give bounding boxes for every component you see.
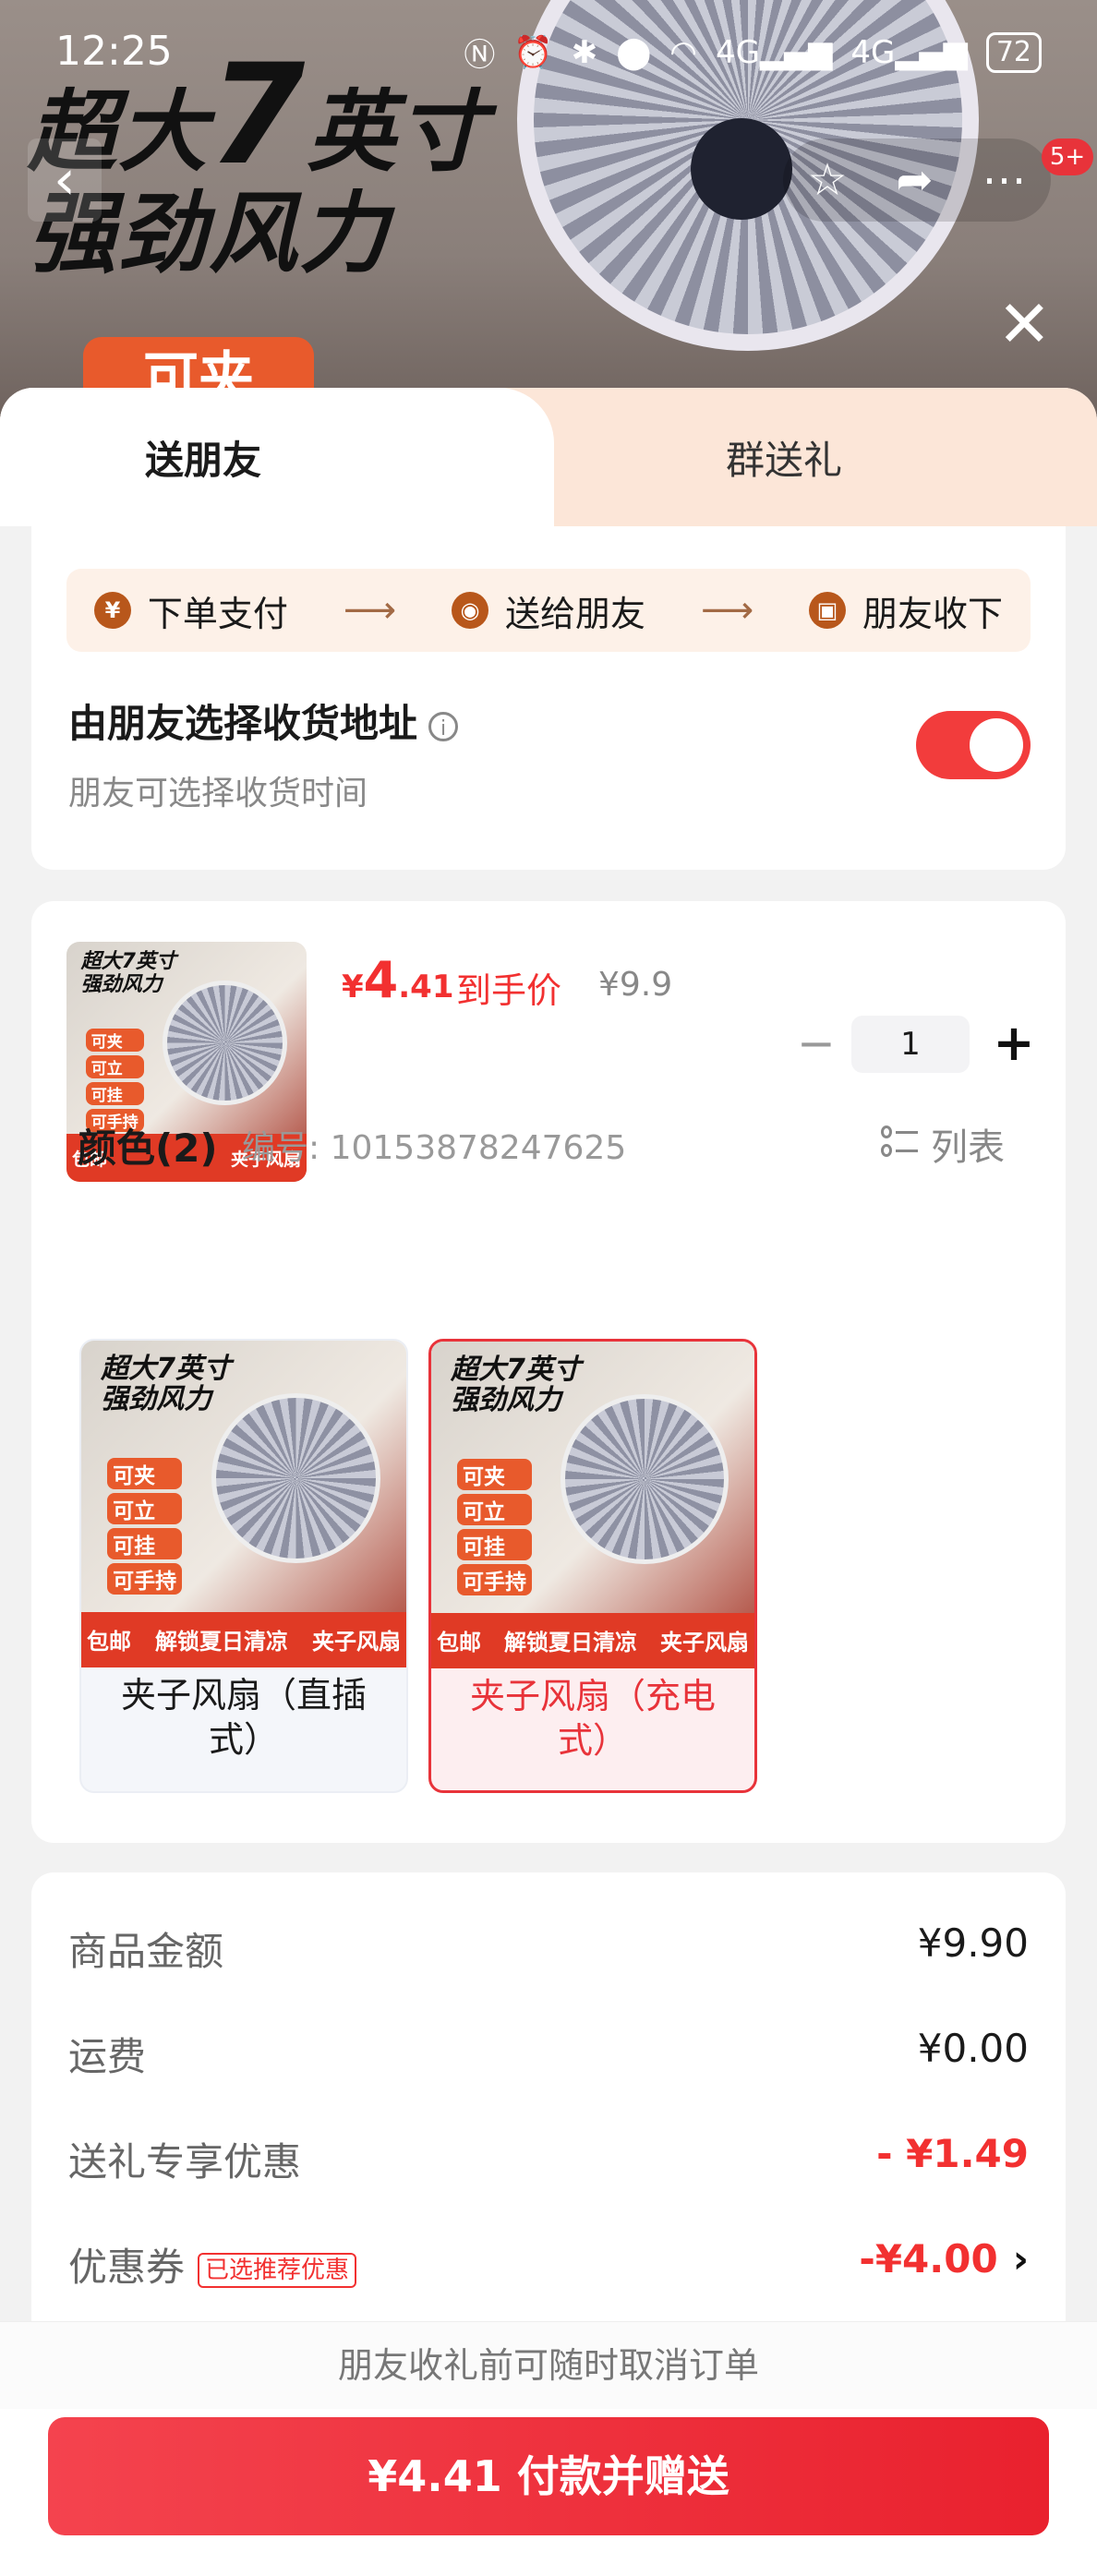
- status-icons: Ⓝ ⏰ ✱ ⬤ ◠ 4G▂▄▆ 4G▂▄▆ 72: [464, 30, 1042, 75]
- nfc-icon: Ⓝ: [464, 37, 496, 74]
- tab-send-friend[interactable]: 送朋友: [0, 388, 554, 526]
- more-icon[interactable]: ⋯: [982, 154, 1027, 206]
- thumb-chips: 可夹 可立 可挂 可手持: [85, 1028, 144, 1132]
- summary-row-coupon[interactable]: 优惠券 已选推荐优惠 -¥4.00 ›: [68, 2236, 1029, 2292]
- address-title: 由朋友选择收货地址 i: [68, 692, 459, 749]
- summary-row-shipping: 运费 ¥0.00: [68, 2026, 1029, 2079]
- step-pay: ¥ 下单支付: [93, 585, 288, 636]
- price-label: 到手价: [456, 970, 562, 1011]
- original-price: ¥9.9: [598, 966, 673, 1004]
- gift-steps: ¥ 下单支付 ⟶ ◉ 送给朋友 ⟶ ▣ 朋友收下: [66, 569, 1031, 652]
- address-subtitle: 朋友可选择收货时间: [68, 775, 368, 813]
- option-label: 夹子风扇（充电式）: [469, 1676, 716, 1761]
- info-icon[interactable]: i: [428, 711, 459, 741]
- color-option-plugin[interactable]: 超大7英寸 强劲风力 可夹 可立 可挂 可手持 包邮 解锁夏日清凉 夹子风扇 夹子风扇（直插…: [79, 1339, 408, 1793]
- step-label: 送给朋友: [504, 593, 645, 634]
- wifi-icon: ◠: [669, 33, 697, 71]
- tab-bar: 送朋友 群送礼: [0, 388, 1097, 526]
- fan-image: [163, 980, 288, 1105]
- pay-and-gift-button[interactable]: ¥4.41 付款并赠送: [48, 2417, 1049, 2535]
- chevron-left-icon: ‹: [54, 148, 76, 212]
- list-view-button[interactable]: 列表: [881, 1117, 1005, 1171]
- gift-sheet: 送朋友 群送礼 ¥ 下单支付 ⟶ ◉ 送给朋友 ⟶ ▣ 朋友收下 由朋友选择收货…: [0, 388, 1097, 2576]
- share-icon[interactable]: ➦: [896, 154, 933, 206]
- option-label: 夹子风扇（直插式）: [120, 1675, 367, 1760]
- sku-number: 编号: 10153878247625: [242, 1129, 627, 1167]
- thumb-headline: 超大7英寸 强劲风力: [80, 950, 176, 996]
- close-icon[interactable]: ✕: [997, 286, 1052, 362]
- quantity-input[interactable]: 1: [851, 1016, 970, 1073]
- gift-flow-card: ¥ 下单支付 ⟶ ◉ 送给朋友 ⟶ ▣ 朋友收下 由朋友选择收货地址 i 朋友可选…: [31, 526, 1066, 870]
- chevron-right-icon: ›: [1012, 2236, 1029, 2281]
- increase-button[interactable]: +: [986, 1016, 1042, 1071]
- notification-badge: 5+: [1042, 138, 1093, 175]
- step-send: ◉ 送给朋友: [451, 585, 645, 636]
- cancel-notice: 朋友收礼前可随时取消订单: [0, 2321, 1097, 2409]
- signal-icon-2: 4G▂▄▆: [850, 33, 968, 71]
- alarm-icon: ⏰: [513, 33, 553, 71]
- bluetooth-icon: ✱: [571, 33, 598, 71]
- color-title: 颜色(2): [78, 1125, 218, 1171]
- fan-image: [211, 1392, 380, 1563]
- nav-actions: ☆ ➦ ⋯: [783, 138, 1051, 222]
- location-icon: ⬤: [616, 33, 652, 71]
- arrow-right-icon: ⟶: [700, 589, 754, 632]
- summary-row-goods: 商品金额 ¥9.90: [68, 1920, 1029, 1974]
- yuan-icon: ¥: [93, 592, 131, 629]
- final-price: ¥4.41: [342, 951, 454, 1009]
- fan-image: [561, 1393, 729, 1564]
- signal-icon-1: 4G▂▄▆: [715, 33, 833, 71]
- status-bar: 12:25 Ⓝ ⏰ ✱ ⬤ ◠ 4G▂▄▆ 4G▂▄▆ 72: [0, 0, 1097, 102]
- wechat-icon: ◉: [451, 592, 488, 629]
- gift-icon: ▣: [809, 592, 847, 629]
- summary-row-gift-discount: 送礼专享优惠 - ¥1.49: [68, 2131, 1029, 2185]
- step-label: 下单支付: [147, 593, 288, 634]
- status-time: 12:25: [55, 28, 173, 75]
- toggle-knob: [970, 718, 1023, 772]
- step-label: 朋友收下: [862, 593, 1004, 634]
- friend-address-toggle[interactable]: [916, 711, 1031, 779]
- decrease-button[interactable]: −: [789, 1016, 844, 1071]
- coupon-tag: 已选推荐优惠: [198, 2252, 357, 2288]
- option-thumbnail: 超大7英寸 强劲风力 可夹 可立 可挂 可手持 包邮 解锁夏日清凉 夹子风扇: [431, 1342, 754, 1668]
- back-button[interactable]: ‹: [28, 138, 102, 222]
- color-option-rechargeable[interactable]: 超大7英寸 强劲风力 可夹 可立 可挂 可手持 包邮 解锁夏日清凉 夹子风扇 夹子风扇（充电…: [428, 1339, 757, 1793]
- battery-icon: 72: [985, 31, 1042, 73]
- option-thumbnail: 超大7英寸 强劲风力 可夹 可立 可挂 可手持 包邮 解锁夏日清凉 夹子风扇: [81, 1341, 406, 1667]
- list-icon: [881, 1125, 918, 1162]
- step-receive: ▣ 朋友收下: [809, 585, 1003, 636]
- tab-group-gift[interactable]: 群送礼: [554, 388, 1097, 526]
- footer-bar: 朋友收礼前可随时取消订单 ¥4.41 付款并赠送: [0, 2321, 1097, 2576]
- arrow-right-icon: ⟶: [343, 589, 397, 632]
- star-icon[interactable]: ☆: [807, 154, 847, 206]
